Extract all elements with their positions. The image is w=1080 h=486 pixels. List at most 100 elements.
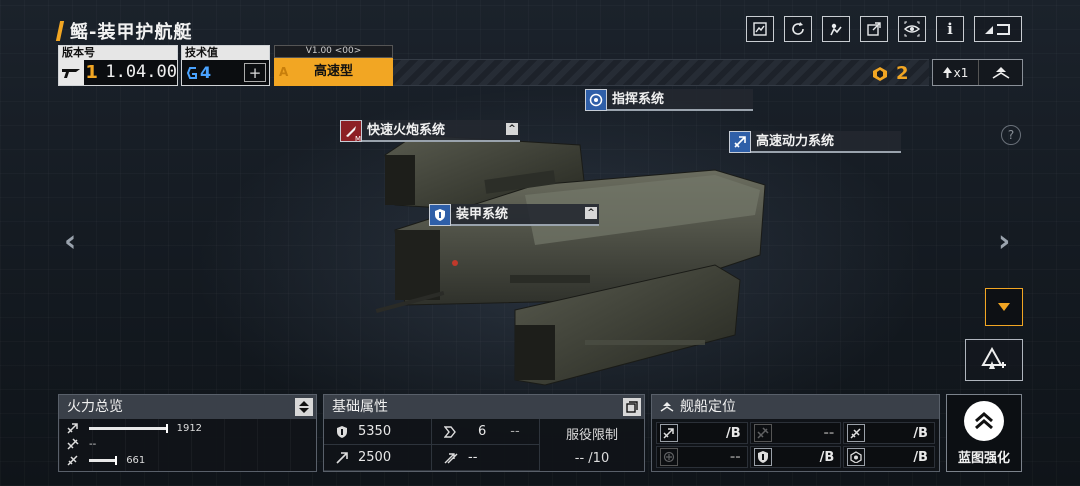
customize-icon[interactable]	[822, 16, 850, 42]
firepower-title: 火力总览	[59, 395, 316, 419]
title-bar: 鳐-装甲护航艇	[55, 18, 193, 44]
cannon-collapse-button[interactable]: ^	[506, 123, 518, 135]
version-value: 1.04.00	[105, 62, 177, 82]
page-title: 鳐-装甲护航艇	[70, 22, 193, 43]
enhance-label: 蓝图强化	[957, 450, 1010, 466]
multiplier-box[interactable]: x1	[932, 59, 1023, 86]
base-attributes-expand-button[interactable]	[623, 398, 641, 416]
upgrade-icon	[981, 347, 1006, 369]
help-icon[interactable]: ?	[1001, 125, 1021, 145]
armor-icon	[753, 448, 772, 466]
power-system-icon	[729, 131, 751, 153]
firepower-value-anti-ship: 1912	[176, 422, 203, 434]
position-value: /B	[913, 425, 928, 441]
speed-value: 2500	[358, 450, 392, 465]
armor-cell: 6 --	[432, 419, 540, 445]
firepower-toggle-button[interactable]	[295, 398, 313, 416]
anti-ship-icon	[67, 423, 78, 434]
refresh-icon[interactable]	[784, 16, 812, 42]
ship-type-label: 高速型	[313, 64, 353, 79]
power-system-label: 高速动力系统	[751, 131, 901, 153]
hp-cell: 5350	[324, 419, 432, 445]
next-ship-arrow[interactable]: ›	[998, 224, 1010, 259]
firepower-body: 1912 -- 661	[59, 419, 316, 471]
tech-box: 技术值 4 +	[181, 45, 270, 86]
service-limit-value: -- /10	[574, 451, 610, 466]
speed-icon	[336, 451, 348, 464]
armor-value: 6	[478, 424, 487, 439]
armor-icon	[444, 425, 456, 438]
position-cell-siege: /B	[843, 422, 935, 444]
base-attributes-body: 5350 6 -- 服役限制 -- /10 2500 --	[324, 419, 644, 471]
version-tag: V1.00 <00>	[274, 45, 393, 58]
ship-type-box: V1.00 <00> A 高速型	[274, 45, 393, 86]
view-icon[interactable]	[898, 16, 926, 42]
expand-down-button[interactable]	[985, 288, 1023, 326]
armor-collapse-button[interactable]: ^	[585, 207, 597, 219]
prev-ship-arrow[interactable]: ‹	[64, 224, 76, 259]
ship-position-panel: 舰船定位 /B -- /B -- /B/B	[651, 394, 940, 472]
version-tier: 1	[83, 60, 100, 85]
hatched-bar	[393, 59, 929, 86]
speed-cell: 2500	[324, 445, 432, 471]
system-power-tag[interactable]: 高速动力系统	[729, 130, 901, 154]
version-label: 版本号	[59, 46, 177, 60]
firepower-row-anti-ship: 1912	[67, 421, 202, 435]
upgrade-button[interactable]	[965, 339, 1023, 381]
position-value: /B	[819, 449, 835, 465]
cannon-system-icon: M	[340, 120, 362, 143]
firepower-bar-siege	[89, 455, 118, 465]
position-cell-anti-ship: /B	[656, 422, 748, 444]
tech-number: 4	[200, 63, 212, 82]
firepower-value-anti-air: --	[89, 438, 97, 450]
tech-icon	[186, 66, 197, 79]
currency-value: 2	[896, 63, 909, 84]
evasion-cell: --	[432, 445, 540, 471]
multiplier: x1	[933, 60, 979, 85]
base-attributes-panel: 基础属性 5350 6 -- 服役限制 -- /10 2500 --	[323, 394, 645, 472]
cannon-badge: M	[354, 135, 361, 143]
return-icon[interactable]	[974, 16, 1022, 42]
rank-icon	[660, 402, 674, 412]
siege-icon	[67, 455, 78, 466]
blueprint-icon[interactable]	[746, 16, 774, 42]
command-system-icon	[585, 89, 607, 111]
system-armor-tag[interactable]: 装甲系统 ^	[429, 203, 599, 227]
firepower-row-siege: 661	[67, 453, 145, 467]
system-command-tag[interactable]: 指挥系统	[585, 88, 753, 112]
window-icon	[626, 401, 638, 413]
ship-position-title: 舰船定位	[652, 395, 939, 419]
ship-position-grid: /B -- /B -- /B/B	[652, 419, 939, 471]
title-accent	[55, 21, 65, 41]
firepower-value-siege: 661	[126, 454, 146, 466]
anti-air-icon	[67, 438, 79, 450]
position-cell-support: --	[656, 446, 748, 468]
support-icon	[660, 448, 678, 466]
position-value: /B	[725, 425, 741, 441]
spade-icon	[942, 67, 952, 78]
version-box: 版本号 1 1.04.00	[58, 45, 178, 86]
rank-icon[interactable]	[979, 60, 1022, 85]
info-icon[interactable]: i	[936, 16, 964, 42]
type-grade: A	[279, 65, 289, 79]
command-system-label: 指挥系统	[607, 89, 753, 111]
anti-ship-icon	[660, 424, 678, 442]
sort-icon	[299, 401, 309, 413]
tech-add-button[interactable]: +	[244, 63, 266, 82]
share-icon[interactable]	[860, 16, 888, 42]
blueprint-enhance-button[interactable]: 蓝图强化	[946, 394, 1022, 472]
system-cannon-tag[interactable]: M 快速火炮系统 ^	[340, 119, 520, 143]
service-limit: 服役限制 -- /10	[540, 419, 644, 471]
position-cell-tactics: /B	[843, 446, 935, 468]
position-cell-armor: /B	[749, 446, 842, 468]
armor-system-label: 装甲系统 ^	[451, 204, 599, 226]
tactics-icon	[847, 448, 866, 466]
ship-type: A 高速型	[274, 58, 393, 86]
cannon-system-label: 快速火炮系统 ^	[362, 120, 520, 142]
position-cell-anti-air: --	[749, 422, 842, 444]
position-value: --	[823, 425, 835, 441]
currency-icon	[873, 66, 887, 81]
service-limit-label: 服役限制	[565, 428, 618, 443]
enhance-icon	[964, 400, 1004, 441]
siege-icon	[847, 424, 866, 442]
